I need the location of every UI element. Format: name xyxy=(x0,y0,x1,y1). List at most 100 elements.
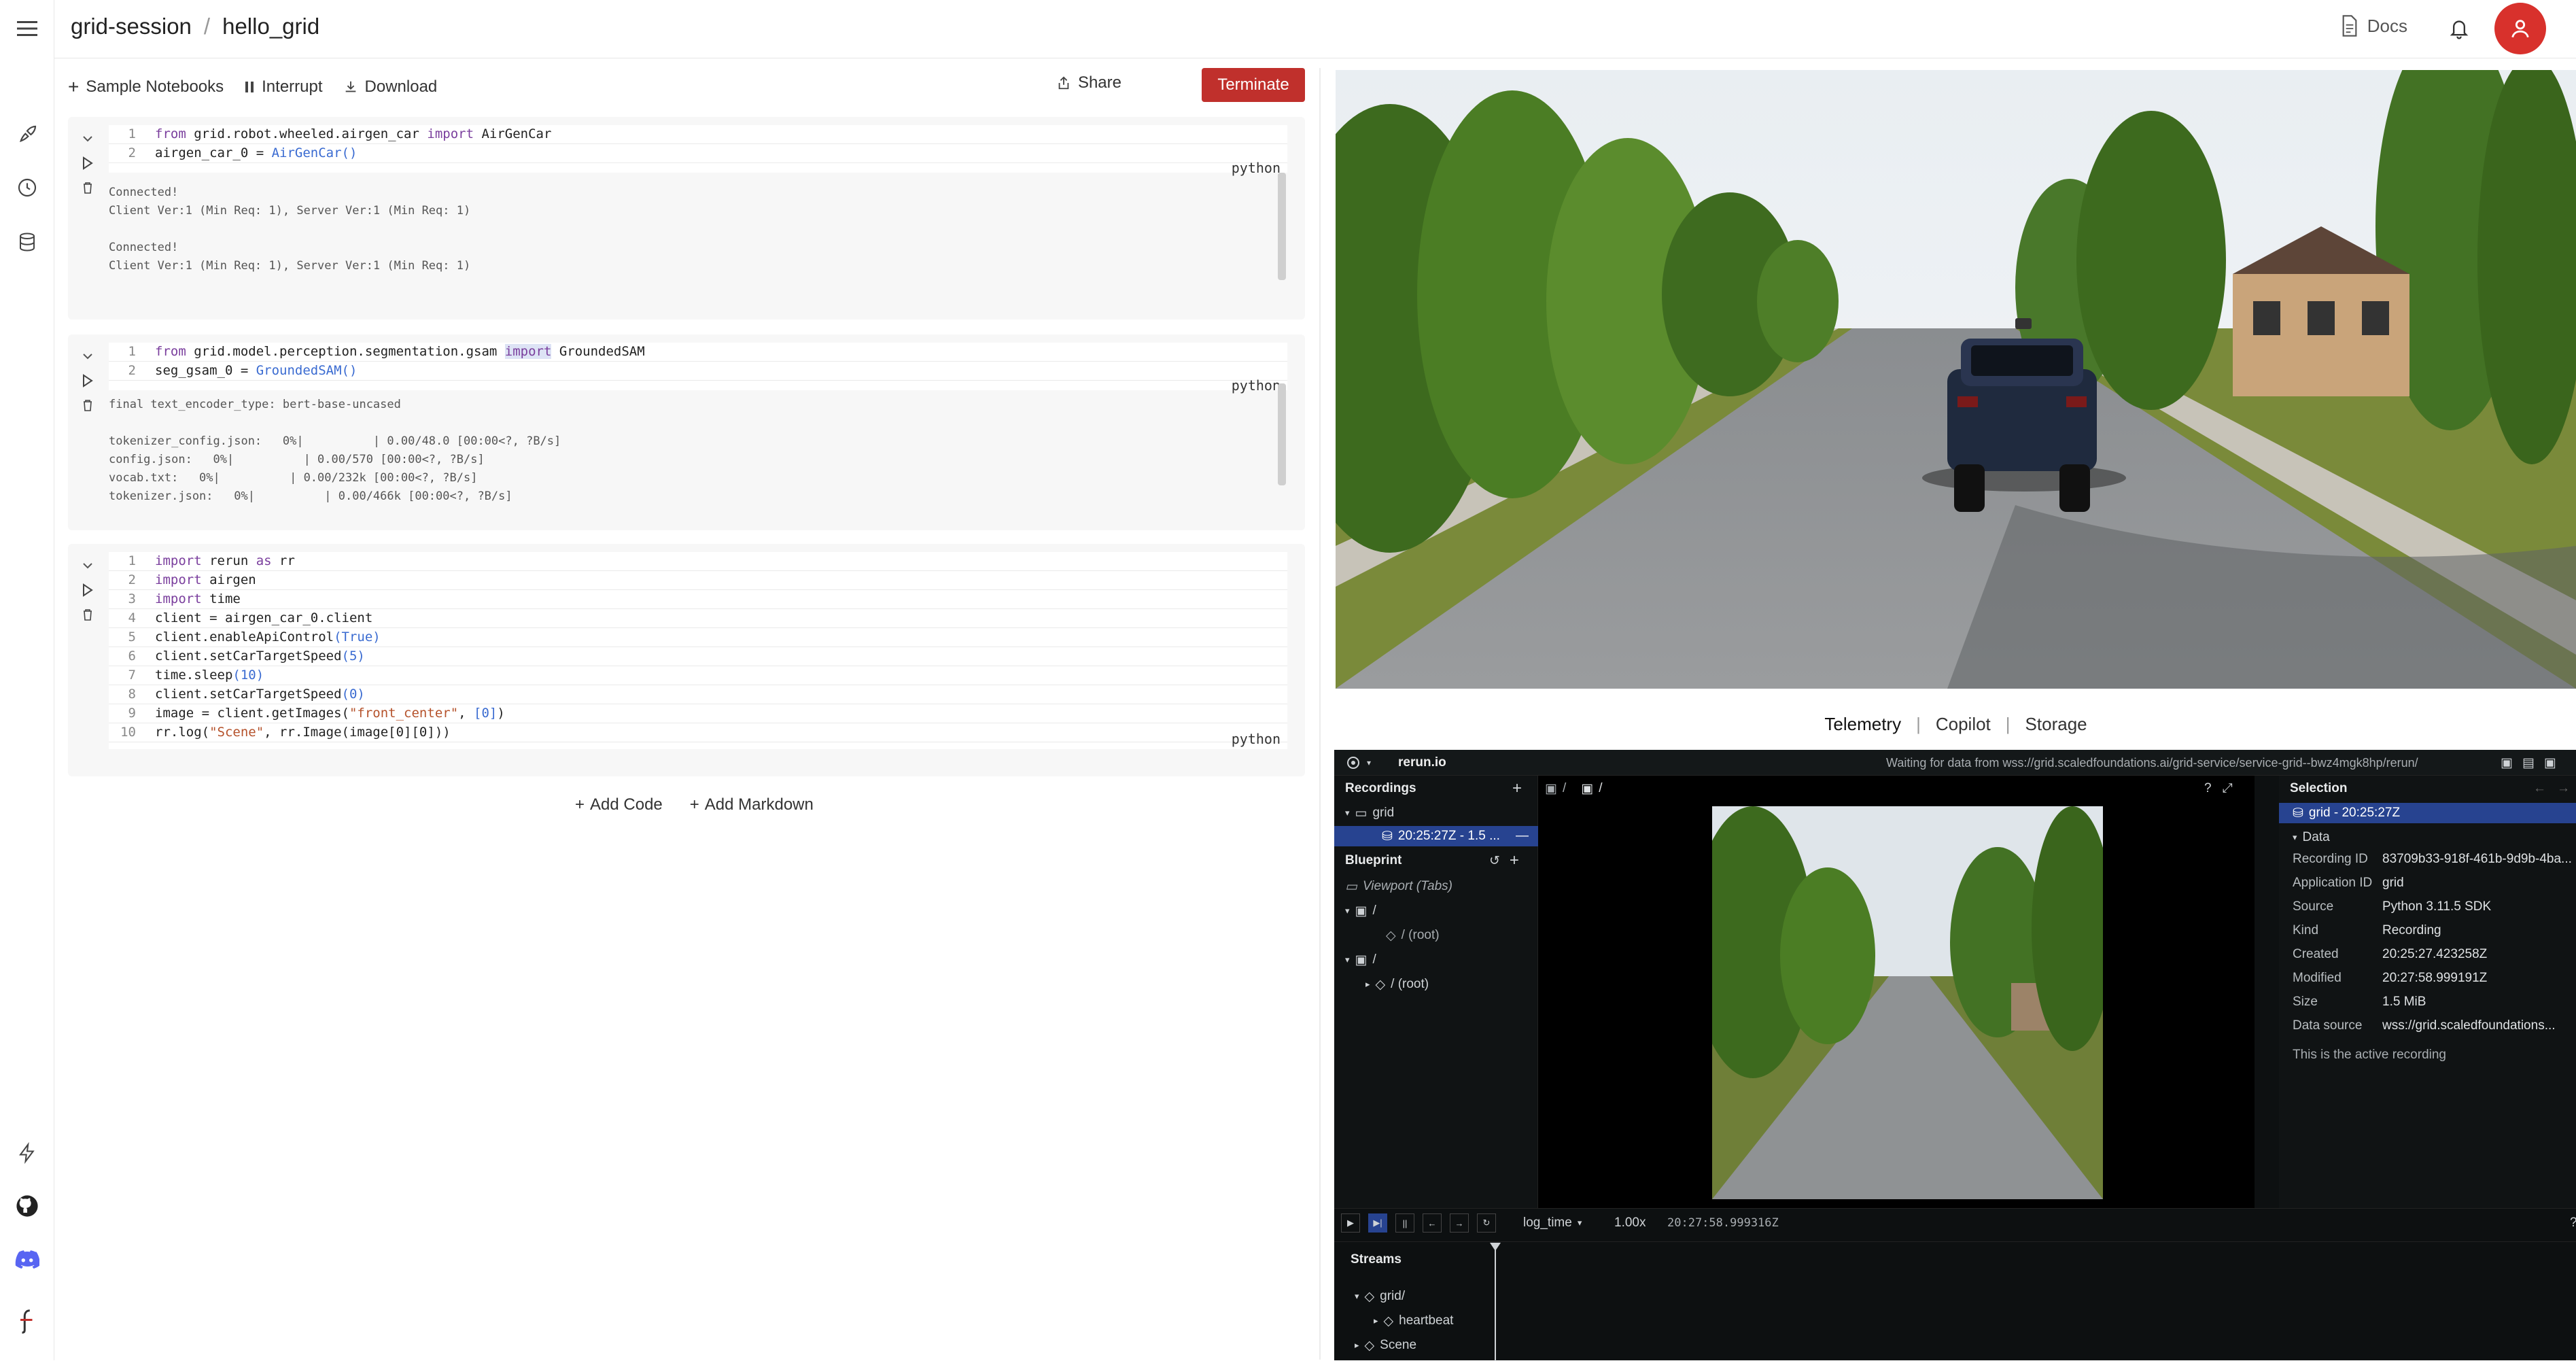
user-avatar[interactable] xyxy=(2494,3,2546,54)
chevron-down-icon: ▾ xyxy=(1345,954,1350,965)
simulation-camera-view[interactable] xyxy=(1336,70,2576,689)
delete-cell-icon[interactable] xyxy=(77,602,98,627)
panel-divider[interactable] xyxy=(1319,68,1321,1360)
view-tree-item[interactable]: ▾ ▣ / xyxy=(1345,901,1376,921)
loop-icon[interactable]: ↻ xyxy=(1477,1213,1496,1233)
stream-row-heartbeat[interactable]: ▸ ◇ heartbeat xyxy=(1374,1311,1453,1331)
notebook-cell-3: 1 import rerun as rr 2 import airgen 3 impo… xyxy=(68,544,1305,776)
output-scrollbar[interactable] xyxy=(1278,383,1286,485)
pause-icon[interactable]: || xyxy=(1395,1213,1414,1233)
menu-icon[interactable] xyxy=(11,12,43,45)
help-icon[interactable]: ? xyxy=(2204,781,2212,796)
add-markdown-button[interactable]: + Add Markdown xyxy=(690,795,814,814)
bottom-panel-toggle-icon[interactable]: ▤ xyxy=(2522,755,2535,771)
chevron-right-icon: ▸ xyxy=(1365,979,1370,989)
breadcrumb-project[interactable]: grid-session xyxy=(71,14,192,39)
reset-blueprint-icon[interactable]: ↺ xyxy=(1489,853,1500,869)
tab-storage[interactable]: Storage xyxy=(2025,714,2087,734)
output-scrollbar[interactable] xyxy=(1278,173,1286,280)
time-cursor-handle[interactable] xyxy=(1490,1243,1501,1251)
github-icon[interactable] xyxy=(11,1190,43,1222)
run-cell-icon[interactable] xyxy=(77,578,98,602)
collapse-chevron-icon[interactable] xyxy=(77,553,98,578)
rocket-icon[interactable] xyxy=(11,118,43,151)
terminate-button[interactable]: Terminate xyxy=(1202,68,1305,102)
forward-arrow-icon[interactable]: → xyxy=(2557,781,2570,796)
property-key: Size xyxy=(2293,995,2318,1009)
chevron-down-icon: ▾ xyxy=(1345,906,1350,916)
selection-item[interactable]: ⛁ grid - 20:25:27Z xyxy=(2279,803,2576,823)
run-cell-icon[interactable] xyxy=(77,368,98,393)
left-panel-toggle-icon[interactable]: ▣ xyxy=(2501,755,2513,771)
close-recording-icon[interactable]: — xyxy=(1516,829,1529,844)
property-value: Python 3.11.5 SDK xyxy=(2382,899,2492,914)
delete-cell-icon[interactable] xyxy=(77,175,98,200)
rerun-menu-button[interactable]: ▾ xyxy=(1345,753,1371,773)
rerun-image-view[interactable]: ▣ / ▣ / ? ⤢ xyxy=(1538,776,2255,1208)
share-button[interactable]: Share xyxy=(1056,73,1121,92)
timeline-select[interactable]: log_time ▾ xyxy=(1523,1213,1582,1233)
view-tab-label[interactable]: / xyxy=(1599,781,1602,796)
grid-logo-icon[interactable] xyxy=(11,1305,43,1338)
code-editor[interactable]: 1 from grid.robot.wheeled.airgen_car impo… xyxy=(109,125,1287,176)
stream-row-scene[interactable]: ▸ ◇ Scene xyxy=(1355,1335,1416,1356)
add-code-label: Add Code xyxy=(590,795,663,814)
docs-link[interactable]: Docs xyxy=(2340,15,2407,37)
view-tree-label: / xyxy=(1372,952,1376,967)
chevron-down-icon: ▾ xyxy=(1577,1218,1582,1228)
plus-icon: + xyxy=(575,795,585,814)
current-time[interactable]: 20:27:58.999316Z xyxy=(1667,1213,1779,1233)
step-back-icon[interactable]: ← xyxy=(1423,1213,1442,1233)
interrupt-label: Interrupt xyxy=(262,77,323,96)
timeline-help-icon[interactable]: ? xyxy=(2570,1213,2576,1233)
stream-row-grid[interactable]: ▾ ◇ grid/ xyxy=(1355,1286,1405,1307)
data-section-header[interactable]: ▾ Data xyxy=(2293,827,2330,848)
add-code-button[interactable]: + Add Code xyxy=(575,795,663,814)
interrupt-button[interactable]: Interrupt xyxy=(244,77,323,97)
add-recording-icon[interactable]: + xyxy=(1512,778,1522,799)
lightning-icon[interactable] xyxy=(11,1137,43,1169)
line-number: 3 xyxy=(128,591,136,606)
view-tree-item[interactable]: ▾ ▣ / xyxy=(1345,950,1376,970)
cell-controls xyxy=(77,553,98,627)
play-icon[interactable]: ▶ xyxy=(1341,1213,1360,1233)
time-cursor[interactable] xyxy=(1495,1243,1496,1361)
playback-speed[interactable]: 1.00x xyxy=(1614,1213,1646,1233)
streams-title: Streams xyxy=(1351,1252,1402,1267)
notifications-bell-icon[interactable] xyxy=(2444,14,2474,44)
sample-notebooks-button[interactable]: + Sample Notebooks xyxy=(68,76,224,98)
code-editor[interactable]: 1 from grid.model.perception.segmentation… xyxy=(109,343,1287,394)
run-cell-icon[interactable] xyxy=(77,151,98,175)
collapse-chevron-icon[interactable] xyxy=(77,344,98,368)
property-row: Recording ID 83709b33-918f-461b-9d9b-4ba.… xyxy=(2279,852,2576,872)
timeline-name: log_time xyxy=(1523,1216,1572,1230)
view-tab-label[interactable]: / xyxy=(1563,781,1566,796)
code-editor[interactable]: 1 import rerun as rr 2 import airgen 3 impo… xyxy=(109,552,1287,749)
view-tree-child[interactable]: ◇ / (root) xyxy=(1386,925,1440,946)
add-view-icon[interactable]: + xyxy=(1510,851,1519,870)
discord-icon[interactable] xyxy=(11,1243,43,1275)
recording-item[interactable]: ⛁ 20:25:27Z - 1.5 ... — xyxy=(1334,826,1538,846)
tab-copilot[interactable]: Copilot xyxy=(1936,714,1991,734)
viewport-row[interactable]: ▭ Viewport (Tabs) xyxy=(1345,876,1452,897)
image-view-icon[interactable]: ▣ xyxy=(1545,781,1557,797)
code-line: 4 client = airgen_car_0.client xyxy=(109,609,1287,628)
follow-icon[interactable]: ▶| xyxy=(1368,1213,1387,1233)
recording-app-row[interactable]: ▾ ▭ grid xyxy=(1345,803,1394,823)
back-arrow-icon[interactable]: ← xyxy=(2533,781,2546,796)
collapse-chevron-icon[interactable] xyxy=(77,126,98,151)
tab-telemetry[interactable]: Telemetry xyxy=(1824,714,1901,734)
delete-cell-icon[interactable] xyxy=(77,393,98,417)
step-forward-icon[interactable]: → xyxy=(1450,1213,1469,1233)
history-icon[interactable] xyxy=(11,171,43,204)
breadcrumb-notebook[interactable]: hello_grid xyxy=(222,14,319,39)
download-button[interactable]: Download xyxy=(343,77,437,97)
view-tree-child[interactable]: ▸ ◇ / (root) xyxy=(1365,974,1429,995)
rerun-top-bar: ▾ rerun.io Waiting for data from wss://g… xyxy=(1334,750,2576,776)
document-icon xyxy=(2342,15,2357,37)
image-view-icon[interactable]: ▣ xyxy=(1581,781,1593,797)
database-icon[interactable] xyxy=(11,226,43,258)
maximize-icon[interactable]: ⤢ xyxy=(2223,781,2233,796)
property-value: Recording xyxy=(2382,923,2441,937)
right-panel-toggle-icon[interactable]: ▣ xyxy=(2544,755,2556,771)
